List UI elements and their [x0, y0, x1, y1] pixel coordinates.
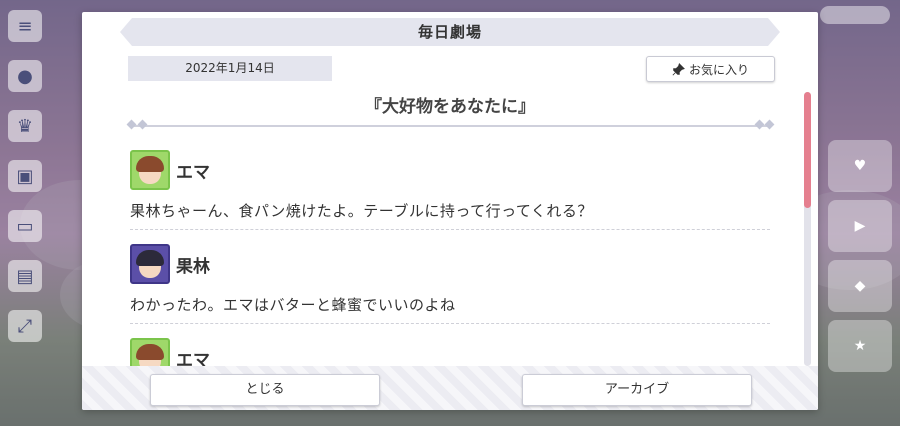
archive-button[interactable]: アーカイブ — [522, 374, 752, 406]
divider-ornament — [754, 119, 765, 130]
currency-display — [820, 6, 890, 24]
dialog-footer: とじる アーカイブ — [82, 366, 818, 410]
favorite-button[interactable]: お気に入り — [646, 56, 775, 82]
card-icon[interactable]: ▤ — [8, 260, 42, 292]
right-menu: ♥ ▶ ◆ ★ — [818, 0, 900, 426]
speaker-name: 果林 — [176, 256, 210, 277]
dialogue-text: わかったわ。エマはバターと蜂蜜でいいのよね — [130, 296, 456, 314]
dialogue-entry: エマ 果林ちゃーん、食パン焼けたよ。テーブルに持って行ってくれる？ — [130, 150, 770, 230]
divider-ornament — [126, 119, 137, 130]
chat-icon[interactable]: ● — [8, 60, 42, 92]
screen-icon[interactable]: ▭ — [8, 210, 42, 242]
speaker-name: エマ — [176, 162, 210, 183]
live-icon[interactable]: ★ — [828, 320, 892, 372]
scrollbar-thumb[interactable] — [804, 92, 811, 208]
dialog-title: 毎日劇場 — [120, 18, 780, 46]
fullscreen-icon[interactable]: ⤢ — [8, 310, 42, 342]
gift-icon[interactable]: ▣ — [8, 160, 42, 192]
cup-icon[interactable]: ♛ — [8, 110, 42, 142]
divider-ornament — [137, 119, 148, 130]
close-button[interactable]: とじる — [150, 374, 380, 406]
dialogue-list[interactable]: エマ 果林ちゃーん、食パン焼けたよ。テーブルに持って行ってくれる？ 果林 わかっ… — [82, 140, 818, 370]
dialogue-text: 果林ちゃーん、食パン焼けたよ。テーブルに持って行ってくれる？ — [130, 202, 593, 220]
dotted-separator — [130, 323, 770, 324]
pin-icon — [672, 62, 685, 76]
left-menu: ≡ ● ♛ ▣ ▭ ▤ ⤢ — [0, 0, 80, 426]
emma-avatar — [130, 150, 170, 190]
dotted-separator — [130, 229, 770, 230]
title-divider — [130, 125, 770, 127]
event-icon[interactable]: ♥ — [828, 140, 892, 192]
story-date: 2022年1月14日 — [128, 56, 332, 81]
menu-icon[interactable]: ≡ — [8, 10, 42, 42]
scrollbar[interactable] — [804, 92, 811, 366]
story-icon[interactable]: ▶ — [828, 200, 892, 252]
training-icon[interactable]: ◆ — [828, 260, 892, 312]
daily-theater-dialog: 毎日劇場 2022年1月14日 お気に入り 『大好物をあなたに』 エマ 果林ちゃ… — [82, 12, 818, 410]
karin-avatar — [130, 244, 170, 284]
divider-ornament — [764, 119, 775, 130]
story-title: 『大好物をあなたに』 — [365, 97, 535, 117]
favorite-label: お気に入り — [688, 62, 749, 77]
dialogue-entry: 果林 わかったわ。エマはバターと蜂蜜でいいのよね — [130, 244, 770, 324]
